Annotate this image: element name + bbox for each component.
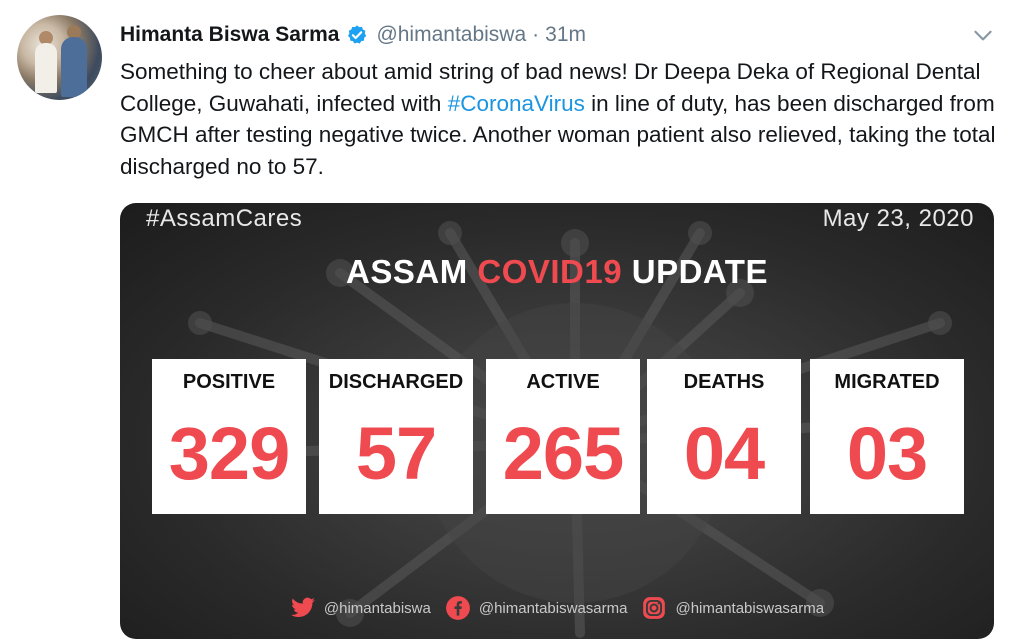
author-name[interactable]: Himanta Biswa Sarma [120, 23, 339, 47]
stat-label: MIGRATED [834, 371, 940, 393]
stat-box-migrated: MIGRATED 03 [810, 359, 964, 514]
stat-label: ACTIVE [526, 371, 600, 393]
stat-value: 03 [846, 412, 928, 495]
twitter-handle: @himantabiswa [323, 599, 431, 617]
stat-box-active: ACTIVE 265 [486, 359, 640, 514]
stat-box-discharged: DISCHARGED 57 [319, 359, 473, 514]
card-title: ASSAM COVID19 UPDATE [120, 253, 994, 291]
chevron-down-icon[interactable] [970, 22, 996, 48]
facebook-handle: @himantabiswasarma [478, 599, 628, 617]
stat-label: DISCHARGED [328, 371, 464, 393]
title-part: UPDATE [622, 253, 768, 290]
stat-label: POSITIVE [182, 371, 276, 393]
separator-dot: · [532, 23, 540, 46]
title-part: ASSAM [346, 253, 478, 290]
author-handle[interactable]: @himantabiswa [376, 23, 526, 47]
twitter-icon [290, 597, 315, 617]
social-item-twitter: @himantabiswa [290, 595, 431, 621]
instagram-icon [643, 597, 666, 619]
social-handles-footer: @himantabiswa @himantabiswasarma @himant… [120, 595, 994, 621]
social-item-instagram: @himantabiswasarma [641, 595, 824, 621]
stat-value: 57 [355, 412, 437, 495]
hashtag-link[interactable]: #CoronaVirus [448, 91, 585, 116]
tweet-body: Something to cheer about amid string of … [120, 56, 1010, 182]
avatar-figure-body [61, 37, 87, 97]
instagram-handle: @himantabiswasarma [675, 599, 825, 617]
stat-label: DEATHS [683, 371, 765, 393]
stat-box-deaths: DEATHS 04 [647, 359, 801, 514]
tweet-header: Himanta Biswa Sarma @himantabiswa · 31m [120, 20, 586, 50]
avatar-figure-body [35, 43, 57, 93]
facebook-icon [445, 596, 470, 620]
verified-badge-icon [348, 25, 367, 44]
stat-box-positive: POSITIVE 329 [152, 359, 306, 514]
title-highlight: COVID19 [477, 253, 623, 290]
social-item-facebook: @himantabiswasarma [445, 595, 628, 621]
stat-value: 329 [168, 412, 290, 495]
update-date: May 23, 2020 [822, 205, 974, 232]
tweet-image-card[interactable]: #AssamCares May 23, 2020 ASSAM COVID19 U… [120, 203, 994, 639]
stat-value: 04 [683, 412, 765, 495]
hashtag-caption: #AssamCares [146, 205, 303, 232]
stat-value: 265 [502, 412, 624, 495]
author-avatar[interactable] [17, 15, 102, 100]
tweet-timestamp[interactable]: 31m [545, 23, 586, 47]
